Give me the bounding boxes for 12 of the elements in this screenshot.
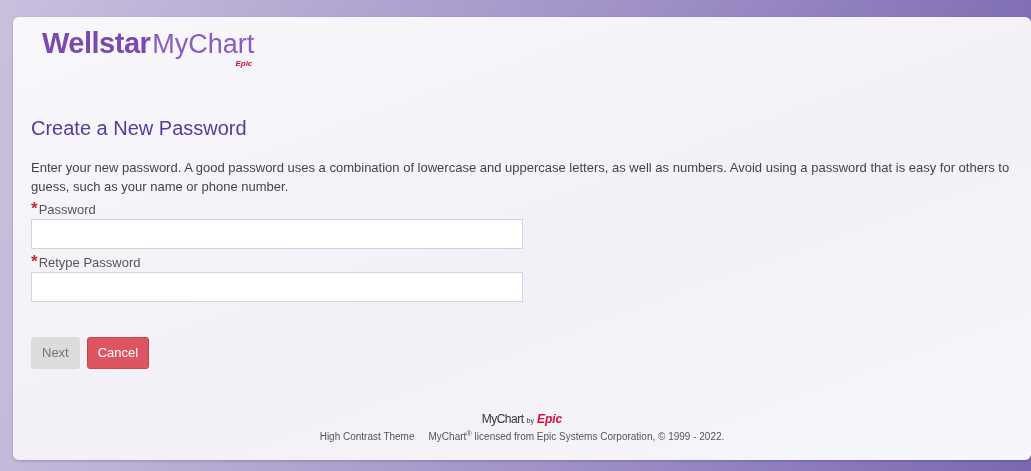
instructions-text: Enter your new password. A good password uses a combination of lowercase and uppercase letters, as well as numbers. Avoid using a password that is easy for others to guess, such as your name or phone number.	[31, 159, 1011, 196]
required-asterisk: *	[31, 199, 38, 218]
password-field[interactable]	[31, 272, 523, 302]
copyright-text: MyChart$^{®}$ licensed from Epic Systems Corporation, © 1999 - 2022.	[428, 429, 725, 444]
logo: WellstarMyChart Epic	[42, 29, 255, 68]
required-asterisk: *	[31, 252, 38, 271]
page-heading: Create a New Password	[31, 116, 248, 140]
password-field[interactable]	[31, 219, 523, 249]
theme-link[interactable]: High Contrast Theme	[319, 429, 415, 444]
field-label: Retype Password	[38, 255, 141, 270]
field-label: Password	[38, 202, 96, 217]
cancel-button[interactable]: Cancel	[86, 337, 150, 369]
